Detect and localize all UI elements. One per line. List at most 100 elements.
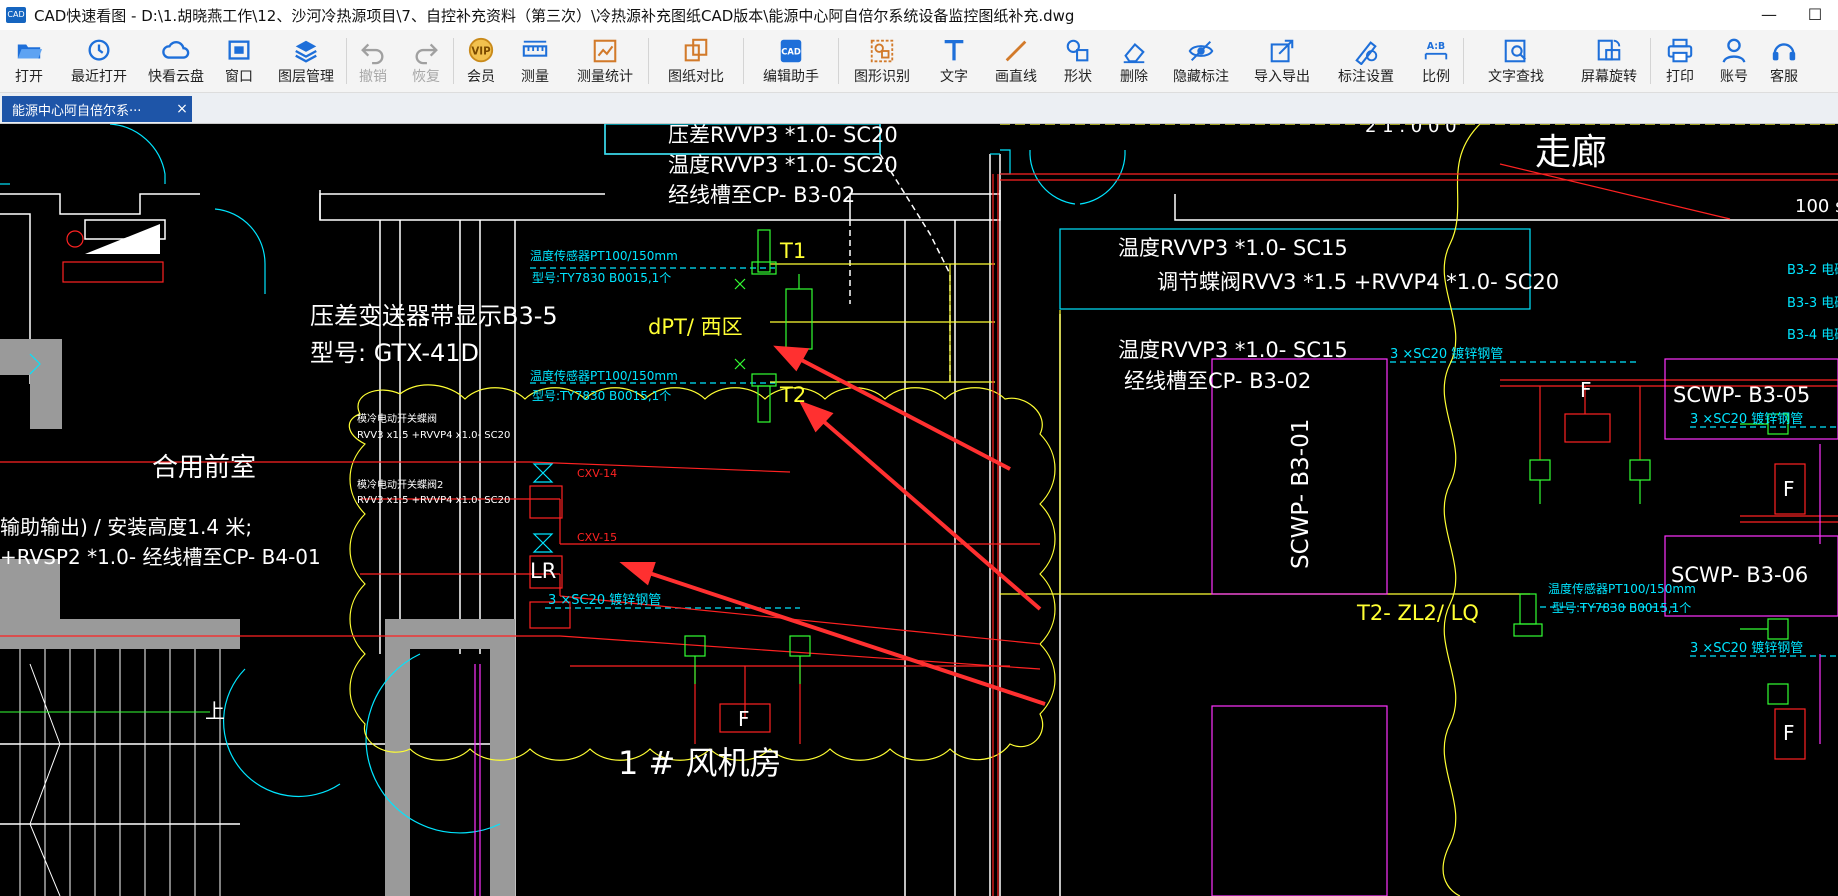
cad-text-b3-4: B3-4 电磁 — [1787, 328, 1838, 343]
cad-text-b3-2: B3-2 电磁 — [1787, 263, 1838, 278]
toolbar-user-button[interactable]: 账号 — [1709, 30, 1759, 92]
tab-document[interactable]: 能源中心阿自倍尔系··· × — [2, 96, 192, 122]
user-icon — [1719, 37, 1749, 65]
cad-text-temp3: 温度RVVP3 *1.0- SC15 — [1118, 338, 1348, 362]
toolbar-redo-button: 恢复 — [399, 30, 453, 92]
toolbar-text-button[interactable]: 文字 — [925, 30, 983, 92]
cad-text-F4: F — [1783, 721, 1795, 745]
toolbar-label: 打印 — [1666, 69, 1694, 85]
drawing-canvas[interactable]: 压差RVVP3 *1.0- SC20 温度RVVP3 *1.0- SC20 经线… — [0, 124, 1838, 896]
cad-text-gtx: 型号: GTX-41D — [310, 339, 479, 367]
cad-text-valve-b: 模冷电动开关蝶阀2 — [357, 478, 443, 491]
toolbar-clock-history-button[interactable]: 最近打开 — [58, 30, 140, 92]
cad-text-diffp1: 压差RVVP3 *1.0- SC20 — [668, 124, 898, 147]
toolbar-line-button[interactable]: 画直线 — [983, 30, 1049, 92]
toolbar-ruler-button[interactable]: 测量 — [508, 30, 562, 92]
cad-text-F3: F — [1783, 477, 1795, 501]
toolbar-label: 测量 — [521, 69, 549, 85]
hide-eye-icon — [1186, 37, 1216, 65]
cad-drawing: 压差RVVP3 *1.0- SC20 温度RVVP3 *1.0- SC20 经线… — [0, 124, 1838, 896]
toolbar-label: 撤销 — [359, 69, 387, 85]
walls-layer — [0, 124, 1838, 896]
toolbar-label: 客服 — [1770, 69, 1798, 85]
toolbar-label: 画直线 — [995, 69, 1037, 85]
cad-text-fanroom: 1 # 风机房 — [618, 744, 782, 782]
toolbar-eraser-button[interactable]: 删除 — [1107, 30, 1161, 92]
measure-stats-icon — [590, 37, 620, 65]
toolbar-vip-button[interactable]: VIP 会员 — [454, 30, 508, 92]
cad-text-3sc20-c: 3 ×SC20 镀锌钢管 — [1690, 411, 1803, 427]
annotation-arrows — [619, 345, 1046, 706]
toolbar-label: 文字查找 — [1488, 69, 1544, 85]
cad-text-output: 输助输出) / 安装高度1.4 米; — [0, 515, 252, 539]
svg-text:CAD: CAD — [781, 47, 801, 57]
toolbar-label: 图纸对比 — [668, 69, 724, 85]
toolbar-hide-eye-button[interactable]: 隐藏标注 — [1161, 30, 1241, 92]
toolbar-label: 标注设置 — [1338, 69, 1394, 85]
printer-icon — [1665, 37, 1695, 65]
document-tab-bar: 能源中心阿自倍尔系··· × — [0, 93, 1838, 124]
toolbar-headset-button[interactable]: 客服 — [1759, 30, 1809, 92]
cad-text-valve-b-spec: RVV3 x1.5 +RVVP4 x1.0- SC20 — [357, 495, 510, 506]
toolbar-label: 账号 — [1720, 69, 1748, 85]
toolbar-annotation-settings-button[interactable]: 标注设置 — [1323, 30, 1409, 92]
cad-text-trough1: 经线槽至CP- B3-02 — [668, 183, 855, 207]
cad-text-valve-a: 模冷电动开关蝶阀 — [357, 412, 437, 425]
toolbar-label: 文字 — [940, 69, 968, 85]
tab-close-icon[interactable]: × — [172, 101, 192, 117]
toolbar-cloud-button[interactable]: 快看云盘 — [140, 30, 212, 92]
window-controls: — ☐ — [1746, 0, 1838, 30]
window-icon — [224, 37, 254, 65]
toolbar-folder-open-button[interactable]: 打开 — [0, 30, 58, 92]
toolbar-edit-assistant-button[interactable]: CAD 编辑助手 — [744, 30, 838, 92]
toolbar-label: 编辑助手 — [763, 69, 819, 85]
cad-text-layer: 压差RVVP3 *1.0- SC20 温度RVVP3 *1.0- SC20 经线… — [0, 124, 1838, 782]
cad-text-top-partial: 2 1 . 0 0 0 — [1365, 124, 1457, 137]
toolbar-compare-button[interactable]: 图纸对比 — [649, 30, 743, 92]
maximize-button[interactable]: ☐ — [1792, 0, 1838, 30]
cad-text-model1: 型号:TY7830 B0015,1个 — [532, 271, 671, 285]
toolbar-label: 导入导出 — [1254, 69, 1310, 85]
toolbar-shape-recognize-button[interactable]: 图形识别 — [839, 30, 925, 92]
toolbar-label: 隐藏标注 — [1173, 69, 1229, 85]
cad-text-T1: T1 — [779, 239, 806, 263]
annotation-settings-icon — [1351, 37, 1381, 66]
undo-icon — [358, 37, 388, 65]
eraser-icon — [1119, 37, 1149, 65]
toolbar-scale-ab-button[interactable]: A:B 比例 — [1409, 30, 1463, 92]
cad-text-3sc20-a: 3 ×SC20 镀锌钢管 — [548, 592, 661, 608]
toolbar-label: 删除 — [1120, 69, 1148, 85]
cad-text-sensor1: 温度传感器PT100/150mm — [530, 248, 678, 263]
cad-text-model3: 型号:TY7830 B0015,1个 — [1552, 601, 1691, 615]
scale-ab-icon: A:B — [1421, 37, 1451, 65]
minimize-button[interactable]: — — [1746, 0, 1792, 30]
structural-columns — [0, 339, 515, 896]
toolbar-label: 最近打开 — [71, 69, 127, 85]
toolbar-measure-stats-button[interactable]: 测量统计 — [562, 30, 648, 92]
toolbar-label: 测量统计 — [577, 69, 633, 85]
cad-text-cxv14: CXV-14 — [577, 467, 617, 480]
tab-label: 能源中心阿自倍尔系··· — [12, 103, 142, 119]
cad-text-sensor2: 温度传感器PT100/150mm — [530, 368, 678, 383]
toolbar-label: 快看云盘 — [148, 69, 204, 85]
toolbar-layers-button[interactable]: 图层管理 — [266, 30, 346, 92]
valve-symbols — [532, 463, 554, 553]
cad-text-F1: F — [738, 707, 750, 731]
cad-text-scwp01: SCWP- B3-01 — [1288, 419, 1314, 569]
rotate-screen-icon — [1594, 37, 1624, 65]
toolbar-import-export-button[interactable]: 导入导出 — [1241, 30, 1323, 92]
title-bar: CAD CAD快速看图 - D:\1.胡晓燕工作\12、沙河冷热源项目\7、自控… — [0, 0, 1838, 30]
toolbar-printer-button[interactable]: 打印 — [1651, 30, 1709, 92]
cad-text-dpt: dPT/ 西区 — [648, 315, 743, 339]
compare-icon — [681, 37, 711, 65]
cad-text-shang: 上 — [205, 699, 225, 723]
toolbar-label: 形状 — [1064, 69, 1092, 85]
cad-text-rvsp: +RVSP2 *1.0- 经线槽至CP- B4-01 — [0, 545, 321, 569]
toolbar-window-button[interactable]: 窗口 — [212, 30, 266, 92]
toolbar-shapes-button[interactable]: 形状 — [1049, 30, 1107, 92]
toolbar-text-search-button[interactable]: 文字查找 — [1464, 30, 1568, 92]
toolbar-rotate-screen-button[interactable]: 屏幕旋转 — [1568, 30, 1650, 92]
text-icon — [939, 37, 969, 65]
vip-icon: VIP — [466, 37, 496, 65]
cad-text-scwp05: SCWP- B3-05 — [1673, 383, 1810, 407]
